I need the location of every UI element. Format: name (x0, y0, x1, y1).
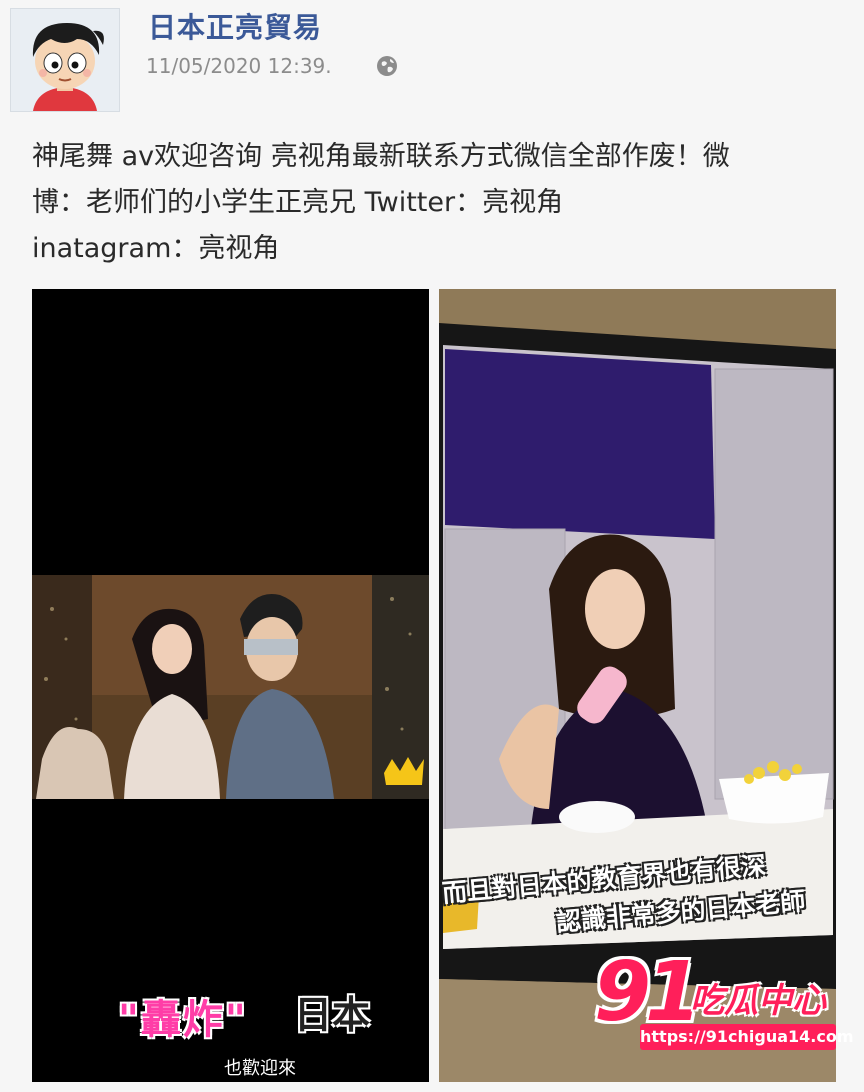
post-text-line: inatagram：亮视角 (32, 233, 280, 264)
watermark-url: https://91chigua14.com (640, 1024, 854, 1050)
facebook-post: 日本正亮貿易 11/05/2020 12:39. 神尾舞 av欢迎咨询 亮视角最… (0, 0, 864, 1092)
watermark-logo-text: 吃瓜中心 (690, 981, 826, 1021)
video-caption: 日本 (294, 993, 371, 1037)
video-subtitle: 也歡迎來 (224, 1058, 296, 1079)
video-caption-highlight: "轟炸" (118, 997, 248, 1043)
avatar[interactable] (10, 8, 120, 112)
cartoon-boy-avatar-icon (11, 9, 119, 111)
post-text-line: 神尾舞 av欢迎咨询 亮视角最新联系方式微信全部作废！微 (32, 141, 730, 172)
post-text-line: 博：老师们的小学生正亮兄 Twitter：亮视角 (32, 187, 564, 218)
post-timestamp[interactable]: 11/05/2020 12:39. (146, 54, 332, 78)
watermark-logo-number: 91 (594, 945, 702, 1040)
video-still-image (32, 289, 429, 1082)
photo-left[interactable]: "轟炸" 日本 也歡迎來 (32, 289, 429, 1082)
globe-icon[interactable] (376, 55, 398, 77)
page-name-link[interactable]: 日本正亮貿易 (148, 6, 322, 46)
post-body: 神尾舞 av欢迎咨询 亮视角最新联系方式微信全部作废！微 博：老师们的小学生正亮… (32, 134, 844, 272)
